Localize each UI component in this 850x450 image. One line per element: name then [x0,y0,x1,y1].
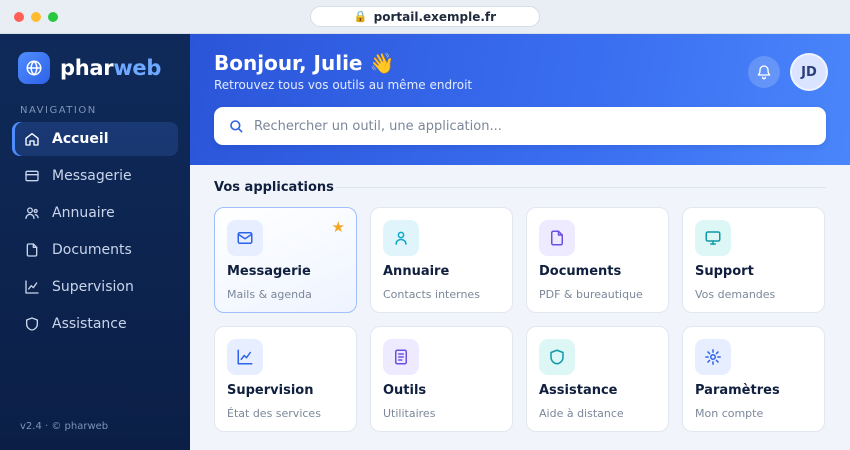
sidebar-item-label: Annuaire [52,205,115,221]
monitor-icon [695,220,731,256]
sidebar-item-annuaire[interactable]: Annuaire [12,196,178,230]
page-title: Bonjour, Julie 👋 [214,51,395,75]
home-icon [25,133,39,146]
app-card-parametres[interactable]: Paramètres Mon compte [682,326,825,432]
chart-icon [227,339,263,375]
globe-icon [18,52,50,84]
sidebar-item-label: Assistance [52,316,127,332]
mail-icon [25,170,39,182]
sidebar-item-assistance[interactable]: Assistance [12,307,178,341]
app-description: Vos demandes [695,288,776,301]
sidebar-item-accueil[interactable]: Accueil [12,122,178,156]
window-minimize-button[interactable] [31,12,41,22]
app-card-messagerie[interactable]: ★ Messagerie Mails & agenda [214,207,357,313]
app-card-annuaire[interactable]: Annuaire Contacts internes [370,207,513,313]
brand-logo[interactable]: pharweb [18,52,161,84]
sidebar-item-supervision[interactable]: Supervision [12,270,178,304]
section-divider [336,187,826,188]
app-name: Paramètres [695,383,780,398]
app-card-support[interactable]: Support Vos demandes [682,207,825,313]
document-icon [26,243,38,257]
page-subtitle: Retrouvez tous vos outils au même endroi… [214,78,473,92]
sidebar-nav: Accueil Messagerie Annuaire Documents Su… [12,122,178,344]
app-name: Documents [539,264,622,279]
section-title: Vos applications [214,180,334,195]
header-banner: Bonjour, Julie 👋 Retrouvez tous vos outi… [190,34,850,165]
app-name: Supervision [227,383,314,398]
shield-icon [26,317,38,331]
app-card-assistance[interactable]: Assistance Aide à distance [526,326,669,432]
app-name: Support [695,264,754,279]
window-maximize-button[interactable] [48,12,58,22]
sidebar-item-label: Messagerie [52,168,132,184]
notifications-button[interactable] [748,56,780,88]
app-description: PDF & bureautique [539,288,643,301]
shield-icon [539,339,575,375]
chart-icon [25,280,39,294]
search-input[interactable] [254,118,814,134]
app-description: Utilitaires [383,407,436,420]
lock-icon: 🔒 [353,10,368,23]
app-name: Assistance [539,383,618,398]
avatar[interactable]: JD [790,53,828,91]
browser-chrome: 🔒 portail.exemple.fr [0,0,850,34]
clipboard-icon [383,339,419,375]
sidebar-item-documents[interactable]: Documents [12,233,178,267]
app-name: Messagerie [227,264,311,279]
app-description: État des services [227,407,321,420]
sidebar: pharweb NAVIGATION Accueil Messagerie An… [0,34,190,450]
version-label: v2.4 · © pharweb [20,421,109,432]
users-icon [25,207,39,219]
app-card-supervision[interactable]: Supervision État des services [214,326,357,432]
nav-section-title: NAVIGATION [20,105,97,116]
sidebar-item-messagerie[interactable]: Messagerie [12,159,178,193]
user-icon [383,220,419,256]
search-icon [230,120,243,133]
app-description: Mon compte [695,407,764,420]
app-description: Mails & agenda [227,288,312,301]
mail-icon [227,220,263,256]
sidebar-item-label: Supervision [52,279,134,295]
star-icon[interactable]: ★ [332,218,345,236]
app-description: Aide à distance [539,407,624,420]
sidebar-item-label: Documents [52,242,132,258]
search-bar[interactable] [214,107,826,145]
address-bar[interactable]: 🔒 portail.exemple.fr [310,6,540,27]
brand-name: pharweb [60,56,162,80]
gear-icon [695,339,731,375]
app-description: Contacts internes [383,288,480,301]
sidebar-item-label: Accueil [52,131,109,147]
bell-icon [757,65,771,80]
app-card-documents[interactable]: Documents PDF & bureautique [526,207,669,313]
url-text: portail.exemple.fr [373,9,497,24]
document-icon [539,220,575,256]
window-close-button[interactable] [14,12,24,22]
app-card-outils[interactable]: Outils Utilitaires [370,326,513,432]
app-name: Outils [383,383,427,398]
app-name: Annuaire [383,264,450,279]
